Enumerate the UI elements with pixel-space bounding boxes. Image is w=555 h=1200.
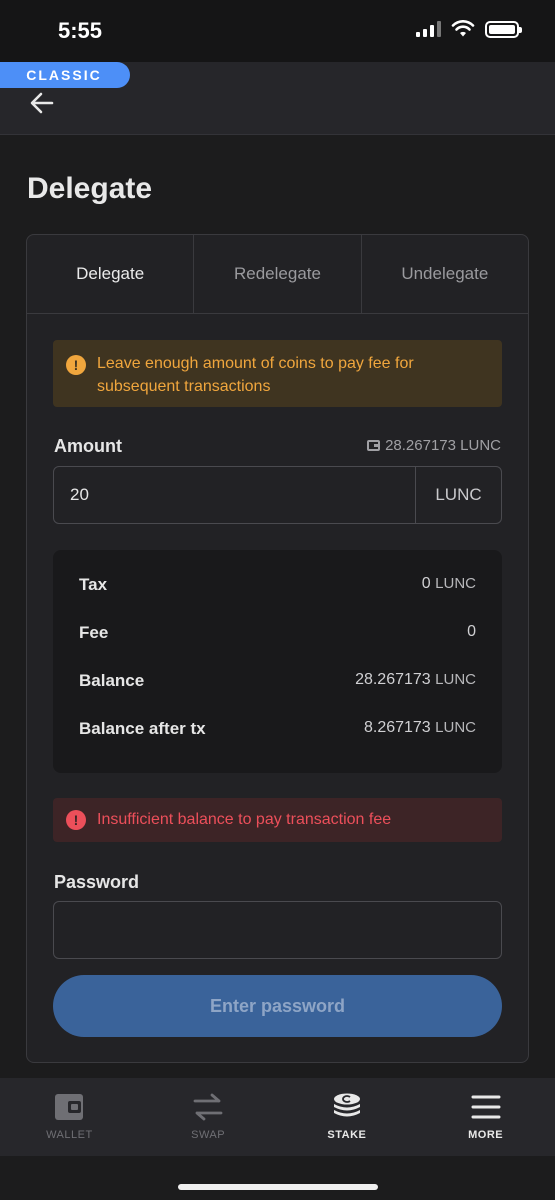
status-bar: 5:55 [0,0,555,62]
nav-wallet[interactable]: WALLET [0,1078,139,1156]
summary-label: Fee [79,623,109,642]
nav-swap[interactable]: SWAP [139,1078,278,1156]
error-text: Insufficient balance to pay transaction … [97,811,392,828]
summary-unit: LUNC [435,719,476,736]
fee-warning: ! Leave enough amount of coins to pay fe… [53,340,502,407]
status-time: 5:55 [58,18,103,43]
tab-delegate[interactable]: Delegate [27,235,195,313]
summary-label: Balance after tx [79,719,206,738]
back-arrow-icon[interactable] [28,90,56,116]
summary-row-balance-after: Balance after tx 8.267173 LUNC [79,719,476,767]
nav-label: WALLET [46,1129,93,1141]
nav-label: STAKE [327,1129,367,1141]
warning-text: Leave enough amount of coins to pay fee … [97,355,414,395]
nav-stake[interactable]: STAKE [278,1078,417,1156]
tab-redelegate[interactable]: Redelegate [194,235,362,313]
summary-amount: 28.267173 [355,671,431,688]
tx-summary: Tax 0 LUNC Fee 0 Balance 28.267173 LUNC … [53,550,502,773]
cellular-signal-icon [416,21,441,37]
password-input[interactable] [53,901,502,959]
stake-icon [333,1093,360,1117]
top-nav: CLASSIC [0,62,555,135]
wallet-mini-icon [367,440,381,451]
summary-label: Balance [79,671,145,690]
summary-row-tax: Tax 0 LUNC [79,575,476,623]
bottom-nav: WALLET SWAP STAKE MORE [0,1078,555,1156]
summary-amount: 0 [421,575,431,592]
summary-row-fee: Fee 0 [79,623,476,671]
amount-label: Amount [54,436,122,456]
home-indicator-area [0,1156,555,1200]
summary-value: 0 LUNC [422,575,476,593]
warning-icon: ! [66,355,86,375]
tab-undelegate[interactable]: Undelegate [362,235,528,313]
nav-label: MORE [468,1129,504,1141]
available-balance-value: 28.267173 LUNC [385,437,501,454]
battery-icon [485,20,522,38]
page-title: Delegate [27,172,153,205]
submit-button[interactable]: Enter password [53,975,502,1037]
nav-label: SWAP [191,1129,226,1141]
summary-row-balance: Balance 28.267173 LUNC [79,671,476,719]
summary-value: 0 [467,623,476,641]
error-icon: ! [66,810,86,830]
summary-value: 8.267173 LUNC [364,719,476,737]
summary-amount: 8.267173 [363,719,431,736]
summary-label: Tax [79,575,108,594]
wifi-icon [451,20,475,37]
amount-unit: LUNC [415,467,501,523]
wallet-icon [55,1094,84,1120]
delegate-card: Delegate Redelegate Undelegate ! Leave e… [26,234,529,1063]
swap-icon [193,1093,223,1121]
summary-unit: LUNC [435,671,476,688]
status-icons [416,20,522,38]
summary-value: 28.267173 LUNC [355,671,476,689]
tab-bar: Delegate Redelegate Undelegate [27,235,528,314]
amount-input[interactable] [54,467,415,523]
available-balance[interactable]: 28.267173 LUNC [367,437,501,454]
balance-error: ! Insufficient balance to pay transactio… [53,798,502,842]
nav-more[interactable]: MORE [416,1078,555,1156]
menu-icon [471,1095,501,1119]
amount-input-group: LUNC [53,466,502,524]
network-badge[interactable]: CLASSIC [0,62,130,88]
summary-unit: LUNC [435,575,476,592]
password-label: Password [54,872,140,892]
home-indicator[interactable] [178,1184,378,1190]
summary-amount: 0 [467,623,476,640]
